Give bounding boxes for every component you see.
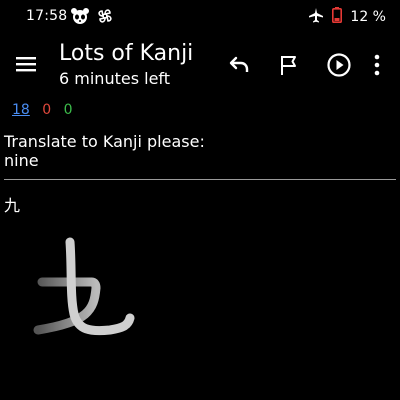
- question-prompt: Translate to Kanji please:: [4, 132, 205, 151]
- review-count: 0: [63, 102, 73, 118]
- answer-kanji: 九: [4, 196, 21, 215]
- status-time: 17:58: [26, 8, 68, 24]
- flag-icon: [281, 56, 296, 75]
- more-options-button[interactable]: [364, 50, 390, 80]
- new-count: 18: [12, 102, 30, 118]
- battery-icon: [332, 7, 343, 27]
- card-counts: 18 0 0: [12, 102, 81, 118]
- page-title: Lots of Kanji: [59, 41, 194, 66]
- question-word: nine: [4, 151, 39, 170]
- menu-icon[interactable]: [14, 52, 38, 76]
- card-question: Translate to Kanji please: nine: [4, 132, 205, 170]
- undo-icon: [229, 56, 249, 72]
- pinwheel-icon: [96, 7, 114, 29]
- panda-icon: [70, 7, 90, 29]
- app-bar: Lots of Kanji 6 minutes left: [0, 34, 400, 94]
- undo-button[interactable]: [214, 50, 264, 80]
- flag-button[interactable]: [264, 50, 314, 80]
- kanji-stroke-drawing: [30, 230, 150, 350]
- play-button[interactable]: [314, 50, 364, 80]
- answer-divider: [4, 179, 396, 180]
- battery-percent: 12 %: [350, 9, 386, 25]
- status-system-icons: 12 %: [308, 7, 386, 27]
- more-vert-icon: [374, 54, 380, 76]
- status-notification-icons: [70, 7, 114, 29]
- title-block: Lots of Kanji 6 minutes left: [59, 40, 193, 89]
- play-icon: [327, 53, 351, 77]
- status-bar: 17:58 12 %: [0, 0, 400, 34]
- learning-count: 0: [42, 102, 52, 118]
- toolbar-actions: [214, 50, 390, 80]
- time-left: 6 minutes left: [59, 69, 171, 88]
- airplane-icon: [308, 7, 324, 27]
- kanji-stroke-1: [33, 277, 101, 335]
